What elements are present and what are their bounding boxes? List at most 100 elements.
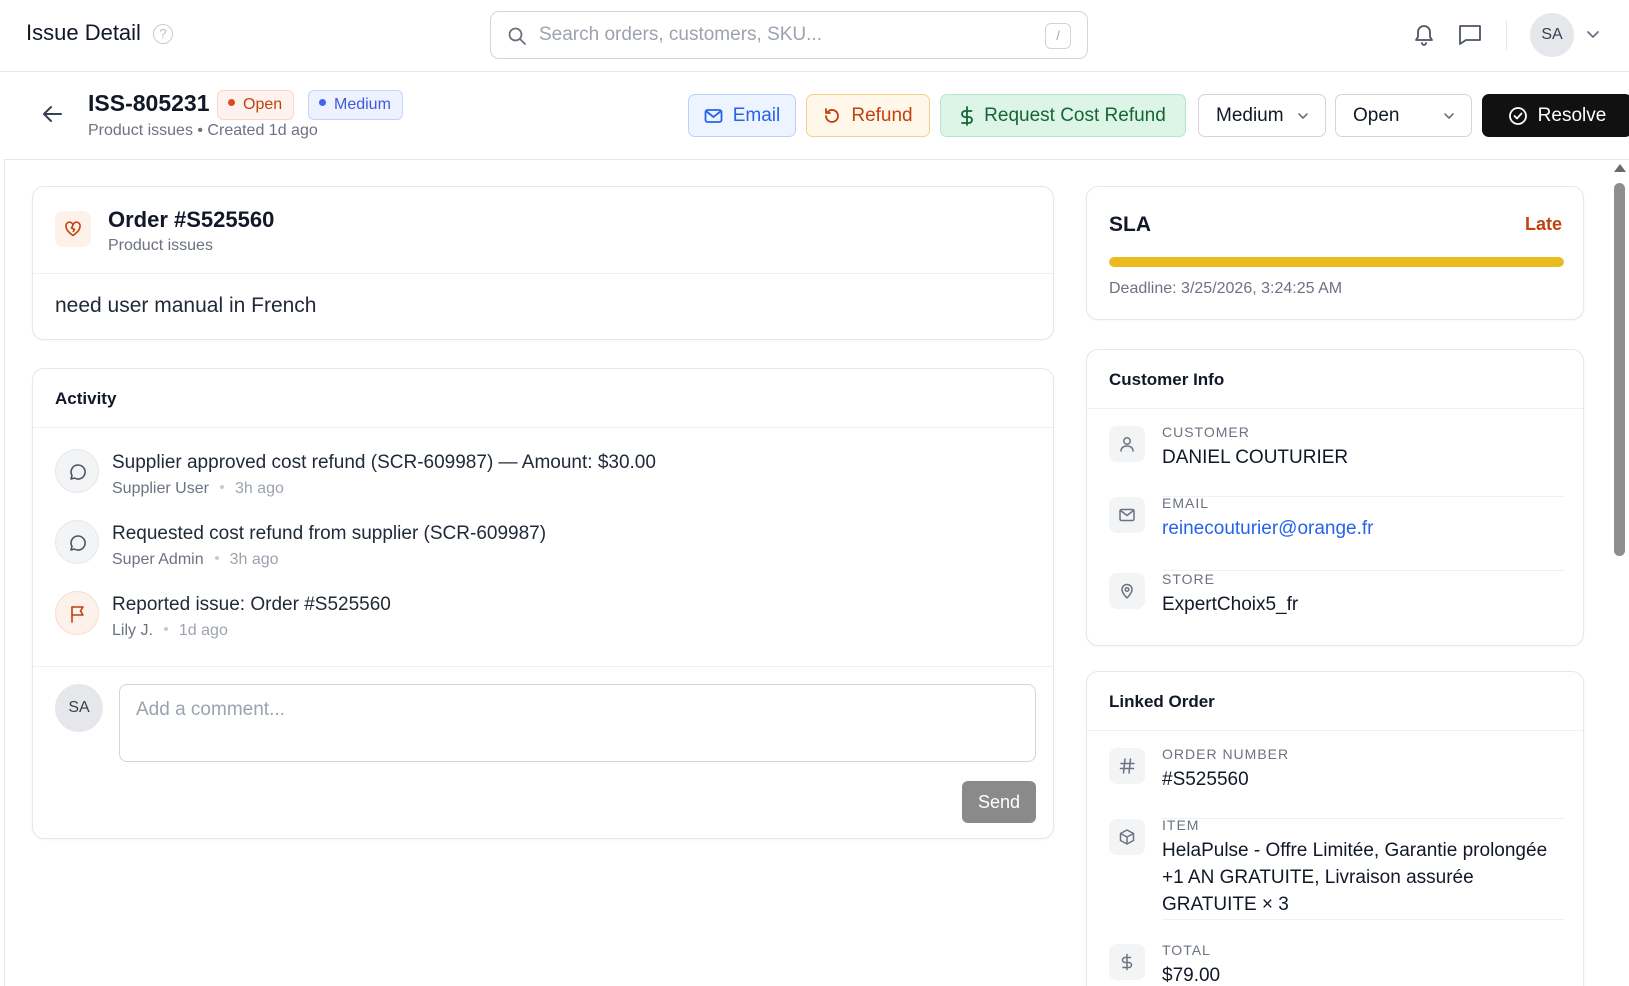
email-label: EMAIL — [1162, 495, 1210, 511]
mail-icon — [704, 108, 723, 123]
chevron-down-icon[interactable] — [1586, 30, 1600, 40]
customer-email-link[interactable]: reinecouturier@orange.fr — [1162, 515, 1562, 542]
status-select[interactable]: Open — [1335, 94, 1472, 137]
issue-subtitle: Product issues • Created 1d ago — [88, 122, 318, 139]
activity-meta: Supplier User 3h ago — [112, 480, 284, 498]
divider — [1087, 730, 1583, 731]
resolve-button[interactable]: Resolve — [1482, 94, 1629, 137]
activity-author: Super Admin — [112, 551, 204, 568]
linked-order-heading: Linked Order — [1109, 692, 1215, 711]
request-cost-refund-label: Request Cost Refund — [984, 104, 1166, 126]
status-badge: Open — [217, 90, 295, 120]
priority-badge-label: Medium — [334, 96, 391, 113]
chevron-down-icon — [1444, 112, 1454, 119]
activity-meta: Super Admin 3h ago — [112, 551, 279, 569]
activity-item: Requested cost refund from supplier (SCR… — [55, 520, 1015, 580]
icon-box — [1109, 944, 1145, 980]
comment-input[interactable] — [119, 684, 1036, 762]
search-input[interactable] — [539, 22, 1019, 48]
undo-icon — [825, 107, 840, 123]
icon-box — [1109, 426, 1145, 462]
chevron-down-icon — [1298, 112, 1308, 119]
activity-item: Supplier approved cost refund (SCR-60998… — [55, 449, 1015, 509]
heart-crack-icon — [65, 221, 81, 237]
check-circle-icon — [1508, 106, 1527, 125]
dollar-icon — [1121, 953, 1133, 971]
search-icon — [508, 27, 526, 45]
activity-author: Lily J. — [112, 622, 153, 639]
priority-badge: Medium — [308, 90, 403, 120]
refund-button-label: Refund — [851, 104, 913, 126]
hash-icon — [1119, 758, 1135, 774]
store-name: ExpertChoix5_fr — [1162, 594, 1299, 615]
icon-box — [1109, 748, 1145, 784]
sla-progress-fill — [1109, 257, 1564, 267]
activity-heading: Activity — [55, 389, 117, 408]
map-pin-icon — [1121, 583, 1133, 599]
activity-time: 1d ago — [178, 622, 228, 639]
activity-meta: Lily J. 1d ago — [112, 622, 228, 640]
item-value: HelaPulse - Offre Limitée, Garantie prol… — [1162, 840, 1548, 915]
store-label: STORE — [1162, 571, 1215, 587]
activity-text: Supplier approved cost refund (SCR-60998… — [112, 452, 656, 473]
order-number-label: ORDER NUMBER — [1162, 746, 1290, 762]
order-number-row: ORDER NUMBER #S525560 — [1109, 746, 1565, 819]
issue-type-icon-box — [55, 211, 91, 247]
total-value: $79.00 — [1162, 965, 1221, 986]
comment-avatar: SA — [55, 684, 103, 732]
issue-header: ISS-805231 Open Medium Product issues • … — [4, 72, 1629, 160]
order-number-value[interactable]: #S525560 — [1162, 766, 1562, 793]
back-arrow-icon[interactable] — [41, 104, 63, 124]
customer-name: DANIEL COUTURIER — [1162, 447, 1349, 468]
email-button-label: Email — [732, 104, 781, 126]
dollar-icon — [961, 105, 973, 126]
send-button[interactable]: Send — [962, 781, 1036, 823]
activity-author: Supplier User — [112, 480, 209, 497]
icon-box — [1109, 497, 1145, 533]
divider — [1162, 919, 1565, 920]
email-row: EMAIL reinecouturier@orange.fr — [1109, 495, 1565, 571]
divider — [1087, 408, 1583, 409]
user-avatar[interactable]: SA — [1530, 13, 1574, 57]
page-title: Issue Detail — [26, 20, 141, 45]
scroll-up-arrow-icon[interactable] — [1614, 164, 1626, 172]
content-left-border — [4, 160, 5, 986]
item-row: ITEM HelaPulse - Offre Limitée, Garantie… — [1109, 817, 1565, 927]
chat-icon[interactable] — [1457, 22, 1483, 48]
sla-status: Late — [1524, 214, 1562, 234]
topbar-divider — [1506, 20, 1507, 50]
scrollbar-thumb[interactable] — [1614, 183, 1625, 556]
status-dot — [228, 99, 235, 107]
request-cost-refund-button[interactable]: Request Cost Refund — [940, 94, 1186, 137]
status-select-value: Open — [1353, 104, 1400, 126]
mail-icon — [1119, 508, 1135, 522]
search-shortcut-hint: / — [1045, 23, 1071, 49]
activity-text: Reported issue: Order #S525560 — [112, 594, 391, 615]
activity-icon-wrap — [55, 449, 99, 493]
order-subtitle: Product issues — [108, 237, 213, 254]
divider — [33, 273, 1053, 274]
message-icon — [70, 464, 86, 480]
divider — [33, 666, 1053, 667]
activity-time: 3h ago — [229, 551, 279, 568]
meta-separator — [214, 555, 219, 560]
email-button[interactable]: Email — [688, 94, 796, 137]
activity-time: 3h ago — [234, 480, 284, 497]
help-icon[interactable]: ? — [153, 24, 173, 44]
status-badge-label: Open — [243, 96, 283, 113]
order-title: Order #S525560 — [108, 207, 275, 232]
sla-title: SLA — [1109, 213, 1151, 236]
bell-icon[interactable] — [1412, 22, 1436, 48]
search-bar[interactable]: / — [490, 11, 1088, 59]
priority-select[interactable]: Medium — [1198, 94, 1326, 137]
top-bar: Issue Detail ? / SA — [0, 0, 1629, 72]
flag-icon — [71, 606, 84, 623]
icon-box — [1109, 819, 1145, 855]
item-label: ITEM — [1162, 817, 1200, 833]
order-summary-card: Order #S525560 Product issues need user … — [32, 186, 1054, 340]
priority-dot — [319, 99, 326, 107]
priority-select-value: Medium — [1216, 104, 1284, 126]
issue-id: ISS-805231 — [88, 90, 210, 116]
activity-item: Reported issue: Order #S525560 Lily J. 1d… — [55, 591, 1015, 651]
refund-button[interactable]: Refund — [806, 94, 930, 137]
